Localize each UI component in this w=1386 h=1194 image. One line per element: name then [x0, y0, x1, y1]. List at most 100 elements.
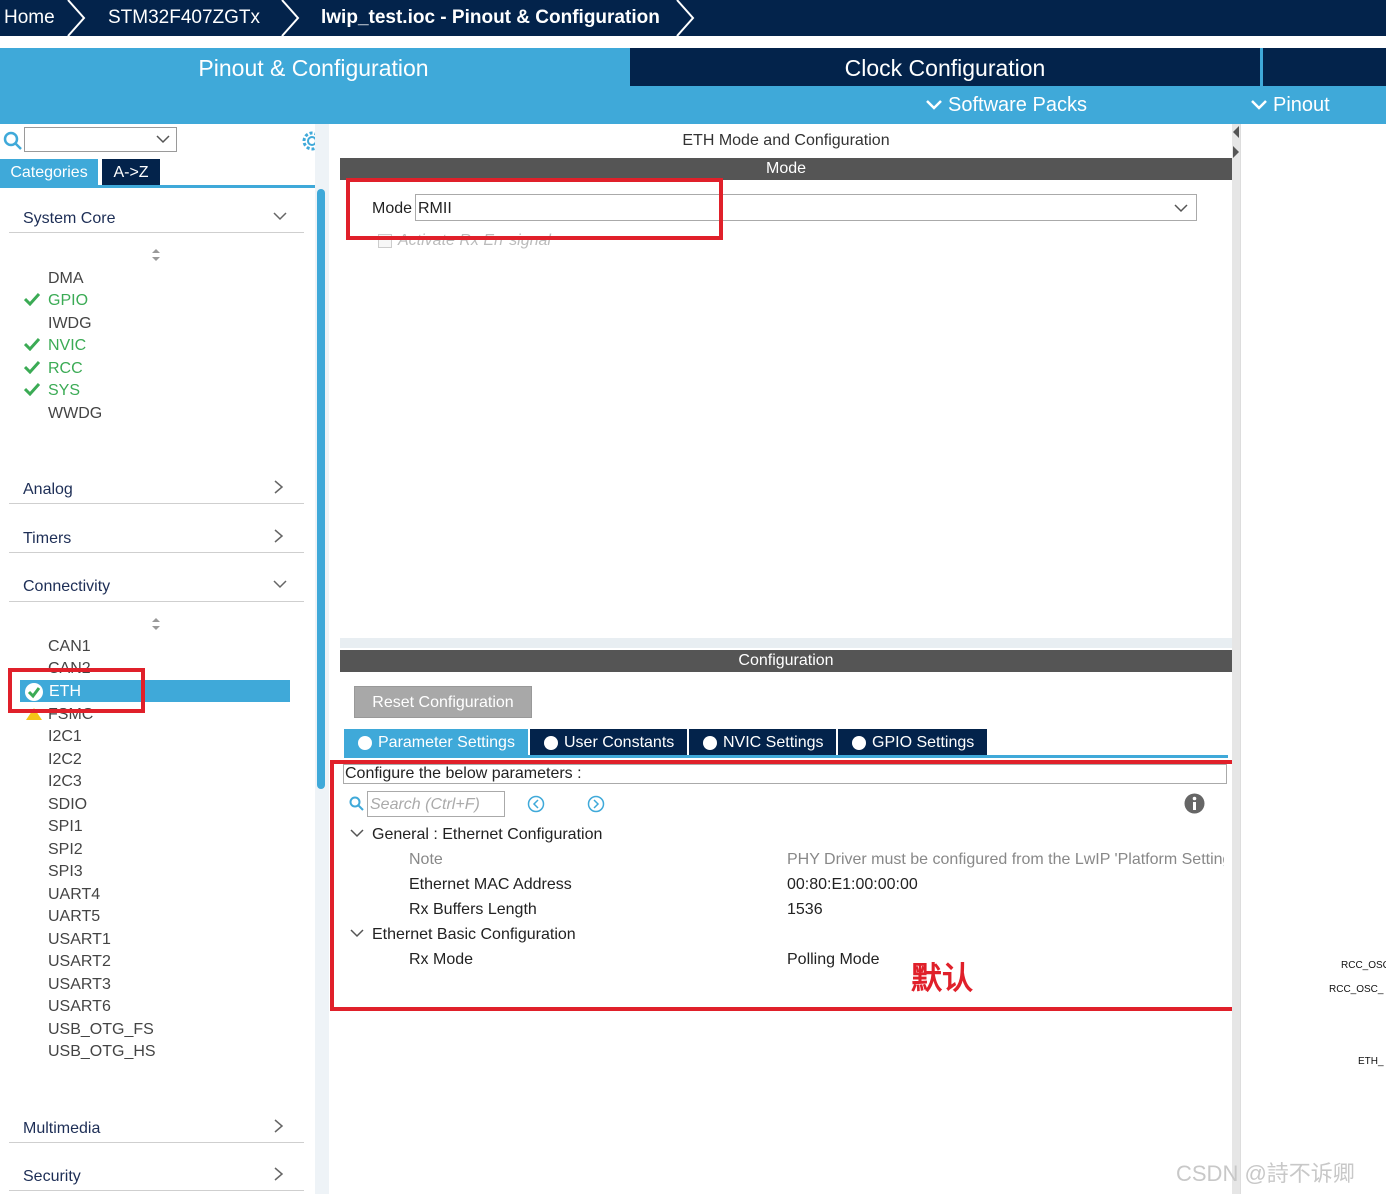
highlight-box-eth — [8, 668, 145, 713]
check-circle-icon — [703, 736, 717, 750]
software-packs-label: Software Packs — [948, 94, 1087, 116]
list-item-can1[interactable]: CAN1 — [48, 638, 91, 656]
chevron-down-icon[interactable] — [272, 210, 288, 224]
search-icon[interactable] — [3, 131, 23, 151]
list-item-iwdg[interactable]: IWDG — [48, 315, 92, 333]
list-item-usart6[interactable]: USART6 — [48, 998, 111, 1016]
software-packs-menu[interactable]: Software Packs — [926, 94, 1087, 117]
chevron-down-icon — [926, 100, 942, 110]
check-circle-icon — [852, 736, 866, 750]
divider — [9, 1142, 304, 1143]
list-item-usart3[interactable]: USART3 — [48, 976, 111, 994]
list-item-gpio[interactable]: GPIO — [48, 292, 88, 310]
check-icon — [24, 292, 40, 306]
chevron-right-icon[interactable] — [272, 528, 286, 544]
pinout-menu[interactable]: Pinout — [1251, 94, 1330, 117]
chevron-right-icon — [676, 0, 695, 36]
breadcrumb-file[interactable]: lwip_test.ioc - Pinout & Configuration — [321, 0, 660, 36]
divider — [9, 503, 304, 504]
tab-label: NVIC Settings — [723, 734, 824, 751]
tab-label: GPIO Settings — [872, 734, 975, 751]
list-item-rcc[interactable]: RCC — [48, 360, 83, 378]
check-circle-icon — [544, 736, 558, 750]
check-icon — [24, 337, 40, 351]
list-item-usart1[interactable]: USART1 — [48, 931, 111, 949]
panel-title: ETH Mode and Configuration — [682, 132, 890, 149]
section-multimedia[interactable]: Multimedia — [23, 1120, 100, 1138]
sort-icon[interactable] — [150, 617, 162, 631]
highlight-box-params — [330, 760, 1237, 1011]
list-item-i2c3[interactable]: I2C3 — [48, 773, 82, 791]
chevron-down-icon — [1174, 204, 1188, 213]
divider — [9, 552, 304, 553]
list-item-sys[interactable]: SYS — [48, 382, 80, 400]
check-icon — [24, 360, 40, 374]
tab-categories[interactable]: Categories — [0, 159, 98, 186]
list-item-spi1[interactable]: SPI1 — [48, 818, 83, 836]
category-tab-underline — [0, 185, 328, 188]
highlight-box-mode — [346, 178, 723, 240]
list-item-i2c2[interactable]: I2C2 — [48, 751, 82, 769]
left-panel: Categories A->Z System Core DMA GPIO IWD… — [0, 124, 330, 1194]
list-item-spi2[interactable]: SPI2 — [48, 841, 83, 859]
chevron-down-icon — [1251, 100, 1267, 110]
sort-icon[interactable] — [150, 248, 162, 262]
chevron-right-icon[interactable] — [272, 1166, 286, 1182]
divider — [9, 1190, 304, 1191]
section-analog[interactable]: Analog — [23, 481, 73, 499]
check-circle-icon — [358, 736, 372, 750]
list-item-usb-otg-fs[interactable]: USB_OTG_FS — [48, 1021, 154, 1039]
chevron-right-icon — [67, 0, 86, 36]
pane-separator[interactable] — [340, 638, 1233, 648]
collapse-arrows-icon[interactable] — [1232, 126, 1240, 160]
tab-gpio-settings[interactable]: GPIO Settings — [838, 729, 987, 756]
category-search-input[interactable] — [24, 127, 177, 152]
breadcrumb-home[interactable]: Home — [4, 0, 55, 36]
list-item-dma[interactable]: DMA — [48, 270, 84, 288]
chevron-down-icon[interactable] — [272, 578, 288, 592]
list-item-uart4[interactable]: UART4 — [48, 886, 100, 904]
breadcrumb-device[interactable]: STM32F407ZGTx — [108, 0, 260, 36]
list-item-usart2[interactable]: USART2 — [48, 953, 111, 971]
splitter[interactable] — [1232, 124, 1240, 1194]
scrollbar-thumb[interactable] — [317, 189, 325, 789]
section-timers[interactable]: Timers — [23, 530, 71, 548]
tab-extra[interactable] — [1263, 48, 1386, 86]
tab-user-constants[interactable]: User Constants — [530, 729, 687, 756]
list-item-sdio[interactable]: SDIO — [48, 796, 87, 814]
section-security[interactable]: Security — [23, 1168, 81, 1186]
breadcrumb: Home STM32F407ZGTx lwip_test.ioc - Pinou… — [0, 0, 1386, 36]
configuration-header: Configuration — [340, 650, 1232, 672]
tab-nvic-settings[interactable]: NVIC Settings — [689, 729, 836, 756]
list-item-usb-otg-hs[interactable]: USB_OTG_HS — [48, 1043, 156, 1061]
chevron-right-icon — [281, 0, 300, 36]
mode-header: Mode — [340, 158, 1232, 180]
pin-label: ETH_ — [1358, 1056, 1384, 1067]
list-item-nvic[interactable]: NVIC — [48, 337, 86, 355]
list-item-i2c1[interactable]: I2C1 — [48, 728, 82, 746]
pin-label: RCC_OSC — [1341, 960, 1386, 971]
list-item-spi3[interactable]: SPI3 — [48, 863, 83, 881]
chevron-down-icon — [156, 135, 170, 144]
divider — [9, 232, 304, 233]
divider — [9, 601, 304, 602]
pinout-view[interactable]: RCC_OSC RCC_OSC_ ETH_ — [1240, 124, 1386, 1194]
chevron-right-icon[interactable] — [272, 1118, 286, 1134]
tab-clock-configuration[interactable]: Clock Configuration — [630, 48, 1260, 86]
section-system-core[interactable]: System Core — [23, 210, 115, 228]
main-tabs: Pinout & Configuration Clock Configurati… — [0, 48, 1386, 124]
tab-pinout-configuration[interactable]: Pinout & Configuration — [0, 48, 627, 86]
tab-label: User Constants — [564, 734, 675, 751]
list-item-uart5[interactable]: UART5 — [48, 908, 100, 926]
list-item-wwdg[interactable]: WWDG — [48, 405, 102, 423]
reset-configuration-button[interactable]: Reset Configuration — [354, 686, 532, 718]
check-icon — [24, 382, 40, 396]
tab-label: Parameter Settings — [378, 734, 515, 751]
watermark: CSDN @詩不诉卿 — [1176, 1161, 1355, 1186]
tab-a-to-z[interactable]: A->Z — [102, 159, 160, 186]
section-connectivity[interactable]: Connectivity — [23, 578, 110, 596]
chevron-right-icon[interactable] — [272, 479, 286, 495]
pinout-label: Pinout — [1273, 94, 1330, 116]
pin-label: RCC_OSC_ — [1329, 984, 1384, 995]
tab-parameter-settings[interactable]: Parameter Settings — [344, 729, 528, 756]
